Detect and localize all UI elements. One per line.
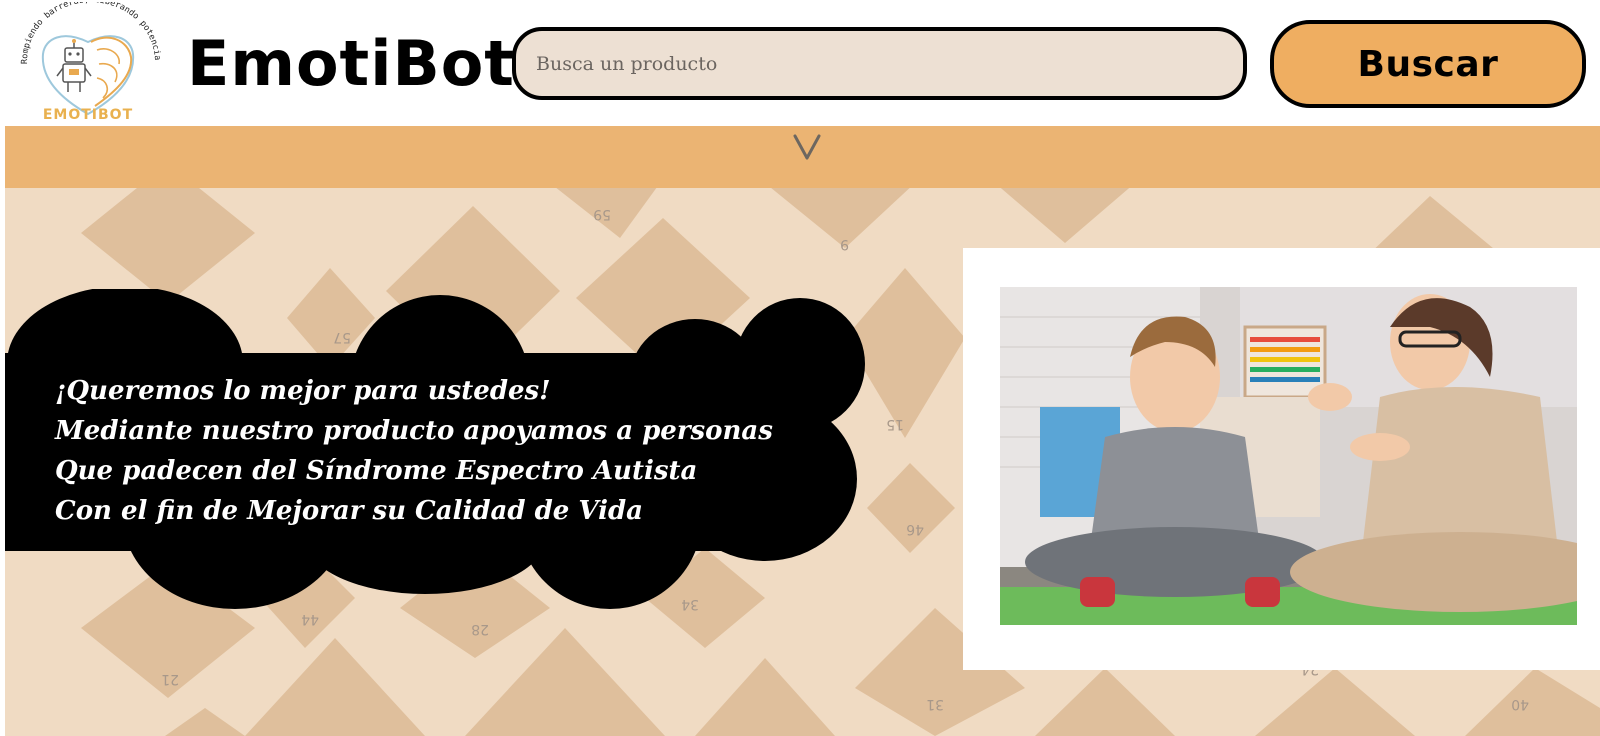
hero-message: ¡Queremos lo mejor para ustedes! Mediant… — [55, 371, 773, 531]
header: Rompiendo barreras, liberando potencial … — [5, 0, 1600, 126]
emotibot-logo[interactable]: Rompiendo barreras, liberando potencial … — [13, 2, 163, 124]
chevron-down-icon[interactable] — [792, 132, 822, 164]
page: Rompiendo barreras, liberando potencial … — [5, 0, 1600, 736]
svg-text:59: 59 — [593, 206, 611, 222]
child-therapist-photo — [1000, 287, 1577, 625]
logo-arc-text: Rompiendo barreras, liberando potencial — [13, 2, 162, 64]
svg-text:15: 15 — [886, 416, 904, 432]
brand-title: EmotiBot — [187, 27, 515, 100]
hero-message-line: Que padecen del Síndrome Espectro Autist… — [55, 456, 698, 486]
logo-name-text: EMOTIBOT — [43, 107, 133, 123]
svg-text:46: 46 — [906, 521, 924, 537]
search-button[interactable]: Buscar — [1270, 20, 1586, 108]
svg-text:40: 40 — [1511, 696, 1529, 712]
svg-text:21: 21 — [161, 671, 179, 687]
svg-text:9: 9 — [840, 236, 849, 252]
svg-text:31: 31 — [926, 696, 944, 712]
search-input[interactable] — [512, 27, 1247, 100]
svg-text:Rompiendo barreras, liberando: Rompiendo barreras, liberando potencial — [13, 2, 162, 64]
svg-text:28: 28 — [471, 621, 489, 637]
hero-message-line: Con el fin de Mejorar su Calidad de Vida — [55, 496, 643, 526]
hero-message-line: Mediante nuestro producto apoyamos a per… — [55, 416, 773, 446]
hero-message-line: ¡Queremos lo mejor para ustedes! — [55, 376, 551, 406]
